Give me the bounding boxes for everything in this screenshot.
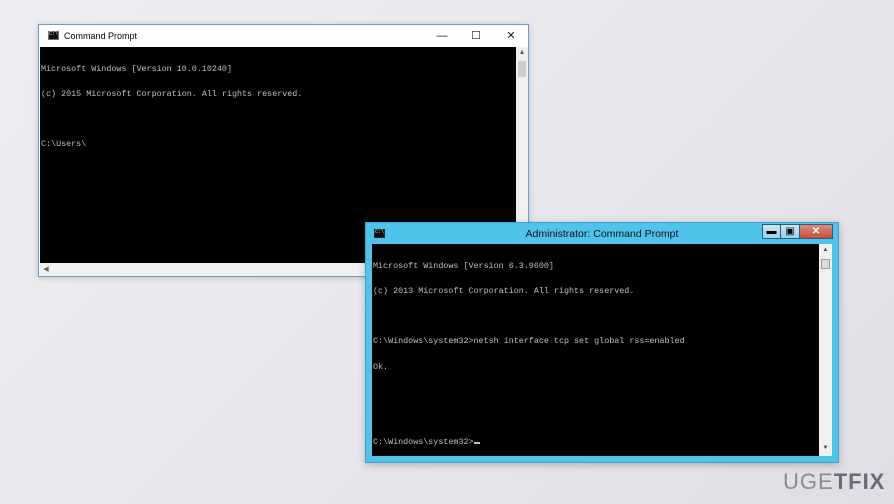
- console-line: ​: [373, 388, 685, 396]
- console-area[interactable]: Microsoft Windows [Version 6.3.9600] (c)…: [372, 244, 819, 456]
- console-line: ​: [373, 312, 685, 320]
- vertical-scrollbar[interactable]: ▲ ▼: [819, 244, 832, 456]
- cmd-icon: [48, 31, 59, 40]
- admin-command-prompt-window[interactable]: Administrator: Command Prompt ▬ ▣ ✕ Micr…: [365, 222, 839, 463]
- minimize-button[interactable]: —: [425, 25, 459, 47]
- console-line: ​: [373, 413, 685, 421]
- console-line: (c) 2013 Microsoft Corporation. All righ…: [373, 286, 635, 297]
- scroll-left-arrow-icon[interactable]: ◀: [40, 263, 52, 276]
- close-button[interactable]: ✕: [494, 25, 528, 47]
- maximize-button[interactable]: ▣: [781, 224, 800, 239]
- close-button[interactable]: ✕: [800, 224, 833, 239]
- console-line: C:\Users\: [41, 139, 87, 150]
- scroll-thumb[interactable]: [821, 259, 830, 269]
- console-line: ​: [41, 115, 302, 123]
- console-output: Microsoft Windows [Version 10.0.10240] (…: [41, 48, 302, 166]
- console-line: C:\Windows\system32>netsh interface tcp …: [373, 336, 685, 347]
- console-line: (c) 2015 Microsoft Corporation. All righ…: [41, 89, 303, 100]
- console-prompt: C:\Windows\system32>: [373, 437, 474, 448]
- text-cursor: [473, 442, 480, 445]
- console-prompt-line[interactable]: C:\Windows\system32>: [373, 437, 685, 448]
- window-title: Command Prompt: [64, 31, 138, 41]
- console-line: Ok.: [373, 361, 389, 372]
- title-bar[interactable]: Command Prompt — ☐ ✕: [39, 25, 528, 47]
- scroll-down-arrow-icon[interactable]: ▼: [820, 443, 831, 454]
- maximize-button[interactable]: ☐: [459, 25, 493, 47]
- console-line: Microsoft Windows [Version 10.0.10240]: [41, 63, 232, 74]
- scroll-up-arrow-icon[interactable]: ▲: [820, 245, 831, 256]
- ugetfix-logo: UGETFIX: [783, 469, 886, 494]
- scroll-thumb[interactable]: [518, 61, 526, 77]
- scroll-up-arrow-icon[interactable]: ▲: [516, 47, 528, 59]
- minimize-button[interactable]: ▬: [762, 224, 781, 239]
- console-line: Microsoft Windows [Version 6.3.9600]: [373, 260, 554, 271]
- console-output: Microsoft Windows [Version 6.3.9600] (c)…: [373, 245, 685, 464]
